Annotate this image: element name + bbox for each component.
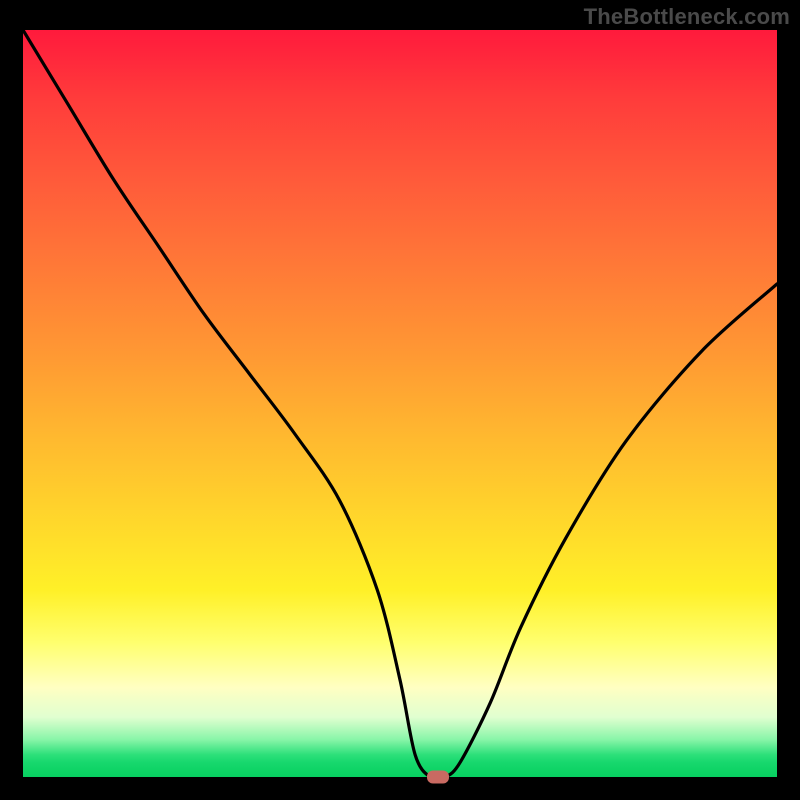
bottleneck-curve <box>23 30 777 777</box>
watermark-text: TheBottleneck.com <box>584 4 790 30</box>
curve-path <box>23 30 777 777</box>
chart-frame: TheBottleneck.com <box>0 0 800 800</box>
plot-area <box>23 30 777 777</box>
optimal-point-marker <box>427 771 449 784</box>
